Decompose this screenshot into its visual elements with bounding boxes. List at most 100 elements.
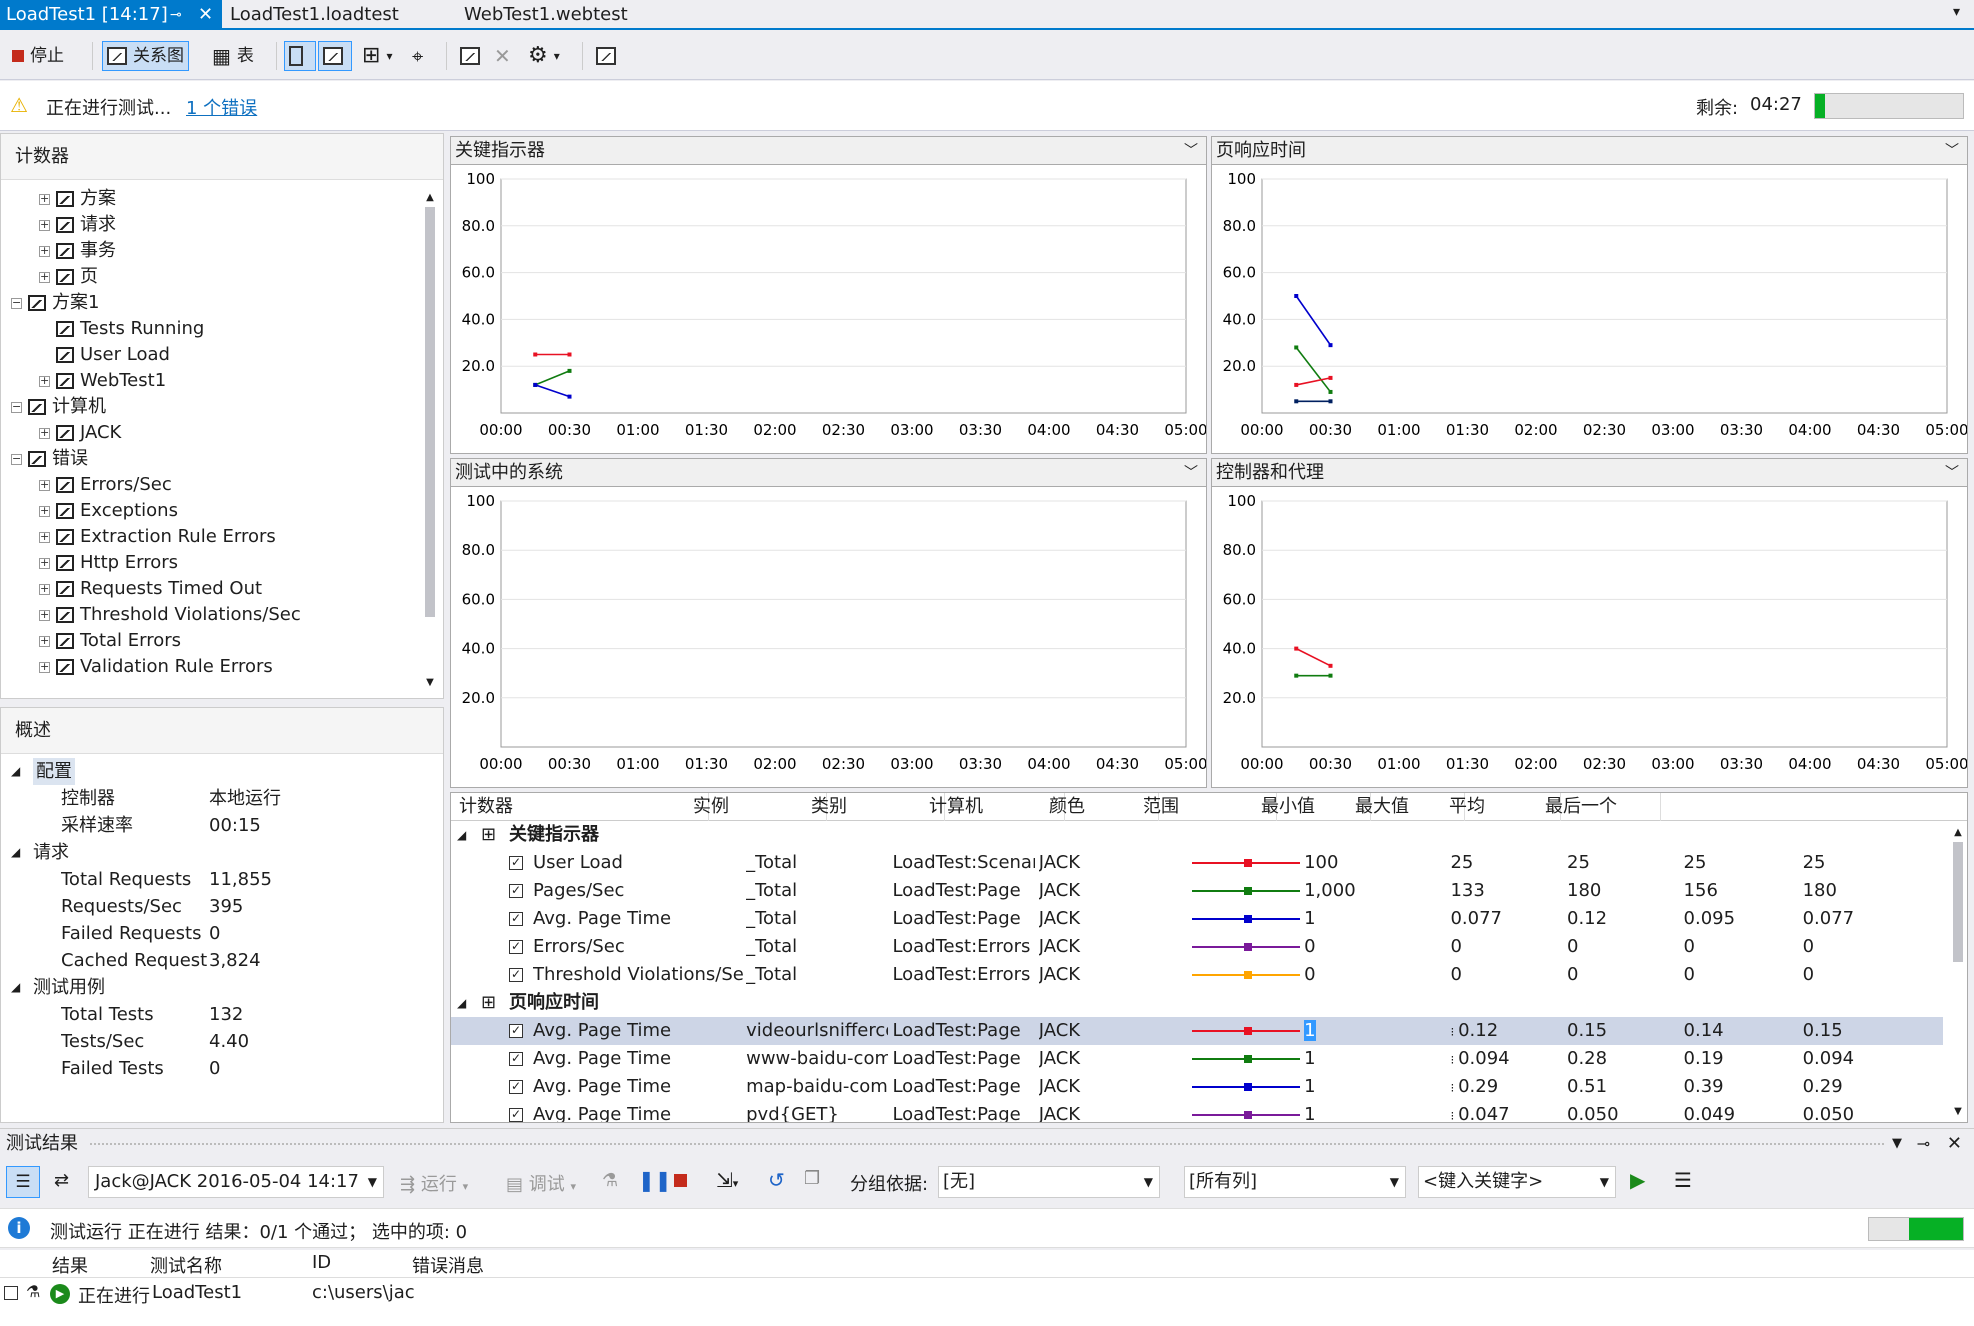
series-color-swatch[interactable] xyxy=(1188,933,1301,961)
layout-dropdown-button[interactable]: ⊞ ▾ xyxy=(358,41,396,71)
grid-scrollbar[interactable]: ▲ ▼ xyxy=(1951,827,1965,1117)
columns-select[interactable]: [所有列] ▼ xyxy=(1184,1166,1406,1198)
refresh-run-icon[interactable]: ⇄ xyxy=(54,1170,69,1191)
keyword-search-input[interactable]: <键入关键字> ▼ xyxy=(1418,1166,1616,1198)
data-point[interactable] xyxy=(1294,646,1299,651)
tree-item[interactable]: User Load xyxy=(39,342,170,368)
grid-cell-range[interactable]: 0 xyxy=(1304,933,1446,961)
group-view-button[interactable]: ☰ xyxy=(6,1166,40,1198)
chevron-down-icon[interactable]: ﹀ xyxy=(1945,137,1959,165)
tree-item[interactable]: − 错误 xyxy=(11,446,88,472)
scrollbar-thumb[interactable] xyxy=(1953,842,1963,962)
collapse-icon[interactable]: − xyxy=(11,453,22,465)
series-color-swatch[interactable] xyxy=(1188,905,1301,933)
table-view-button[interactable]: ▦ 表 xyxy=(208,41,258,71)
chart-header[interactable]: 控制器和代理 ﹀ xyxy=(1212,459,1967,487)
data-point[interactable] xyxy=(567,352,572,357)
row-visibility-checkbox[interactable]: ✓ xyxy=(509,1108,523,1122)
chevron-down-icon[interactable]: ▼ xyxy=(1892,1129,1902,1159)
tree-item[interactable]: + Threshold Violations/Sec xyxy=(39,602,301,628)
chart-header[interactable]: 关键指示器 ﹀ xyxy=(451,137,1206,165)
overview-group[interactable]: ◢ 请求 xyxy=(1,839,441,866)
table-row[interactable]: ⚗ ▶ 正在进行 LoadTest1 c:\users\jac xyxy=(0,1280,1974,1308)
data-point[interactable] xyxy=(1294,399,1299,404)
chart-header[interactable]: 测试中的系统 ﹀ xyxy=(451,459,1206,487)
column-header-test-name[interactable]: 测试名称 xyxy=(150,1252,222,1278)
series-color-swatch[interactable] xyxy=(1188,961,1301,989)
errors-link[interactable]: 1 个错误 xyxy=(186,94,257,120)
row-visibility-checkbox[interactable]: ✓ xyxy=(509,968,523,982)
tree-item[interactable]: + Http Errors xyxy=(39,550,178,576)
table-row[interactable]: ✓ Errors/Sec _Total LoadTest:Errors JACK 0 0 0 0… xyxy=(451,933,1943,961)
pin-icon[interactable]: ⊸ xyxy=(170,0,182,30)
table-row[interactable]: ✓ User Load _Total LoadTest:ScenarioJACK 100… xyxy=(451,849,1943,877)
tree-item[interactable]: + 请求 xyxy=(39,212,116,238)
tree-item[interactable]: + 页 xyxy=(39,264,98,290)
table-row[interactable]: ✓ Avg. Page Time map-baidu-com LoadTest:Pag… xyxy=(451,1073,1943,1101)
grid-group-header[interactable]: ◢ ⊞ 页响应时间 xyxy=(451,989,1951,1017)
group-by-select[interactable]: [无] ▼ xyxy=(938,1166,1160,1198)
debug-button[interactable]: ▤ 调试 ▾ xyxy=(506,1170,576,1196)
tab-loadtest1-loadtest[interactable]: LoadTest1.loadtest xyxy=(224,0,405,30)
expand-icon[interactable]: + xyxy=(39,245,50,257)
column-header[interactable]: 计数器 xyxy=(455,793,709,821)
table-row[interactable]: ✓ Pages/Sec _Total LoadTest:Page JACK 1,000 13… xyxy=(451,877,1943,905)
data-point[interactable] xyxy=(1294,673,1299,678)
close-icon[interactable]: ✕ xyxy=(1947,1129,1962,1159)
stop-icon[interactable] xyxy=(674,1174,687,1187)
tree-item[interactable]: + 事务 xyxy=(39,238,116,264)
series-color-swatch[interactable] xyxy=(1188,1017,1301,1045)
expand-icon[interactable]: + xyxy=(39,557,50,569)
data-point[interactable] xyxy=(1328,389,1333,394)
data-point[interactable] xyxy=(1294,382,1299,387)
stop-button[interactable]: 停止 xyxy=(8,41,68,71)
tree-item[interactable]: + Errors/Sec xyxy=(39,472,172,498)
chevron-down-icon[interactable]: ﹀ xyxy=(1184,137,1198,165)
series-color-swatch[interactable] xyxy=(1188,1101,1301,1122)
data-point[interactable] xyxy=(533,382,538,387)
table-row[interactable]: ✓ Threshold Violations/Sec _Total LoadTest:… xyxy=(451,961,1943,989)
expand-icon[interactable]: + xyxy=(39,427,50,439)
tree-item[interactable]: + Exceptions xyxy=(39,498,178,524)
scroll-up-icon[interactable]: ▲ xyxy=(1951,827,1965,838)
data-point[interactable] xyxy=(567,394,572,399)
grid-cell-range[interactable]: 0 xyxy=(1304,961,1446,989)
copy-icon[interactable]: ❐ xyxy=(804,1168,820,1189)
collapse-icon[interactable]: ◢ xyxy=(11,839,20,866)
export-button[interactable] xyxy=(592,41,620,71)
grid-cell-range[interactable]: 1,000 xyxy=(1304,877,1446,905)
grid-cell-range[interactable]: 1 xyxy=(1304,905,1446,933)
grid-cell-range[interactable]: 1 xyxy=(1304,1045,1446,1073)
expand-icon[interactable]: + xyxy=(39,531,50,543)
data-point[interactable] xyxy=(533,352,538,357)
row-visibility-checkbox[interactable]: ✓ xyxy=(509,940,523,954)
rerun-icon[interactable]: ⚗ xyxy=(602,1170,618,1191)
row-visibility-checkbox[interactable]: ✓ xyxy=(509,856,523,870)
row-visibility-checkbox[interactable]: ✓ xyxy=(509,1080,523,1094)
tree-item[interactable]: + Extraction Rule Errors xyxy=(39,524,276,550)
row-visibility-checkbox[interactable]: ✓ xyxy=(509,884,523,898)
legend-toggle-button[interactable] xyxy=(284,41,316,71)
import-icon[interactable]: ⇲▾ xyxy=(716,1168,738,1192)
expand-icon[interactable]: + xyxy=(39,193,50,205)
expand-icon[interactable]: + xyxy=(39,375,50,387)
collapse-icon[interactable]: ◢ xyxy=(457,989,466,1017)
row-visibility-checkbox[interactable]: ✓ xyxy=(509,1052,523,1066)
tree-item[interactable]: + 方案 xyxy=(39,186,116,212)
tree-item[interactable]: + Requests Timed Out xyxy=(39,576,262,602)
series-color-swatch[interactable] xyxy=(1188,1073,1301,1101)
grid-group-header[interactable]: ◢ ⊞ 关键指示器 xyxy=(451,821,1951,849)
expand-icon[interactable]: + xyxy=(39,505,50,517)
series-color-swatch[interactable] xyxy=(1188,849,1301,877)
scrollbar-thumb[interactable] xyxy=(425,207,435,617)
data-point[interactable] xyxy=(1328,375,1333,380)
tab-webtest1-webtest[interactable]: WebTest1.webtest xyxy=(458,0,634,30)
collapse-icon[interactable]: − xyxy=(11,297,22,309)
series-color-swatch[interactable] xyxy=(1188,877,1301,905)
data-point[interactable] xyxy=(1328,663,1333,668)
column-header-id[interactable]: ID xyxy=(312,1252,331,1273)
graph-toggle-button[interactable] xyxy=(318,41,352,71)
data-point[interactable] xyxy=(1294,345,1299,350)
close-icon[interactable]: ✕ xyxy=(198,0,213,30)
data-point[interactable] xyxy=(1328,399,1333,404)
